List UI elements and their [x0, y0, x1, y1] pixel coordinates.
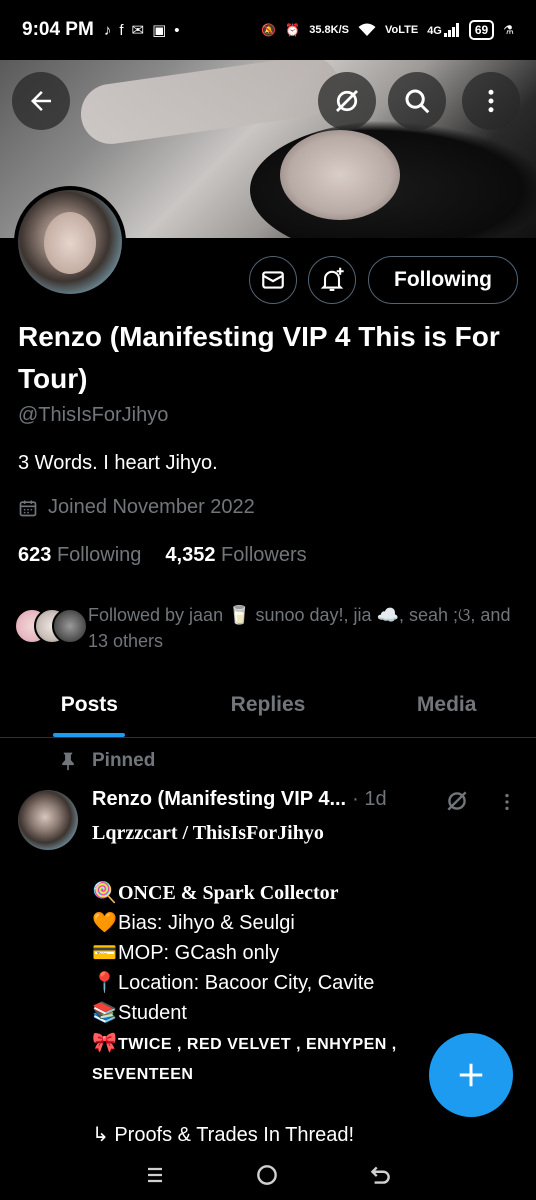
- network-speed: 35.8 K/S: [309, 24, 349, 36]
- post-line: ↳ Proofs & Trades In Thread!: [92, 1124, 355, 1146]
- joined-date: Joined November 2022: [18, 496, 255, 519]
- wifi-icon: [358, 23, 376, 37]
- lollipop-icon: 🍭: [92, 882, 117, 904]
- profile-avatar[interactable]: [14, 186, 126, 298]
- plus-icon: [459, 1063, 483, 1087]
- dot-icon: •: [174, 21, 180, 39]
- post-author[interactable]: Renzo (Manifesting VIP 4...: [92, 788, 346, 811]
- system-nav-bar: [0, 1150, 536, 1200]
- more-button[interactable]: [462, 72, 520, 130]
- alarm-icon: ⏰: [285, 23, 301, 37]
- grok-icon: [447, 791, 467, 811]
- tab-posts[interactable]: Posts: [0, 672, 179, 737]
- status-time: 9:04 PM: [22, 19, 94, 40]
- post-line: 🍭ONCE & Spark Collector: [92, 878, 522, 908]
- tab-replies[interactable]: Replies: [179, 672, 358, 737]
- battery-indicator: 69: [468, 20, 495, 40]
- followers-stat[interactable]: 4,352 Followers: [165, 544, 306, 567]
- facebook-icon: f: [119, 21, 124, 39]
- pinned-label: Pinned: [92, 750, 156, 771]
- recent-apps-icon[interactable]: [143, 1163, 167, 1187]
- post-time: · 1d: [352, 788, 387, 810]
- following-stat[interactable]: 623 Following: [18, 544, 141, 567]
- followed-by-avatars: [14, 608, 88, 648]
- status-bar: 9:04 PM ♪ f ✉ ▣ • 🔕 ⏰ 35.8 K/S Vo LTE 4G 6…: [0, 0, 536, 60]
- post-grok-button[interactable]: [444, 788, 470, 819]
- search-button[interactable]: [388, 72, 446, 130]
- followed-by-text: Followed by jaan 🥛 sunoo day!, jia ☁️, s…: [88, 605, 511, 651]
- followers-count: 4,352: [165, 544, 216, 566]
- post-line: 📍Location: Bacoor City, Cavite: [92, 968, 522, 998]
- more-vertical-icon: [505, 793, 509, 811]
- notification-icons: ♪ f ✉ ▣ •: [103, 21, 180, 40]
- follow-stats: 623 Following 4,352 Followers: [18, 544, 307, 567]
- followed-by[interactable]: Followed by jaan 🥛 sunoo day!, jia ☁️, s…: [14, 602, 524, 654]
- post-avatar[interactable]: [18, 790, 78, 850]
- credit-card-icon: 💳: [92, 942, 117, 964]
- back-nav-icon[interactable]: [367, 1162, 393, 1188]
- heart-icon: 🧡: [92, 912, 117, 934]
- grok-button[interactable]: [318, 72, 376, 130]
- bio: 3 Words. I heart Jihyo.: [18, 452, 218, 474]
- joined-text: Joined November 2022: [48, 496, 255, 518]
- following-button[interactable]: Following: [368, 256, 518, 304]
- compose-button[interactable]: [429, 1033, 513, 1117]
- ribbon-icon: 🎀: [92, 1032, 117, 1054]
- arrow-left-icon: [31, 91, 51, 111]
- tiktok-icon: ♪: [103, 21, 112, 39]
- pin-icon: [62, 752, 74, 771]
- app-icon: ▣: [152, 22, 167, 39]
- back-button[interactable]: [12, 72, 70, 130]
- flask-icon: ⚗: [503, 23, 514, 37]
- calendar-icon: [19, 500, 37, 516]
- post-line: 🧡Bias: Jihyo & Seulgi: [92, 908, 522, 938]
- mail-icon: [262, 271, 284, 289]
- mute-icon: 🔕: [261, 23, 277, 37]
- volte-indicator: Vo LTE: [384, 24, 419, 36]
- post-line: Lqrzzcart / ThisIsForJihyo: [92, 822, 324, 844]
- more-vertical-icon: [488, 89, 494, 113]
- messenger-icon: ✉: [131, 22, 145, 39]
- post-line: 💳MOP: GCash only: [92, 938, 522, 968]
- post-more-button[interactable]: [496, 790, 518, 819]
- signal-icon: 4G: [427, 23, 460, 37]
- following-count: 623: [18, 544, 52, 566]
- home-icon[interactable]: [254, 1162, 280, 1188]
- search-icon: [405, 89, 430, 114]
- location-pin-icon: 📍: [92, 972, 117, 994]
- grok-icon: [336, 90, 358, 112]
- profile-tabs: Posts Replies Media: [0, 672, 536, 738]
- post-line: 📚Student: [92, 998, 522, 1028]
- avatar: [52, 608, 88, 644]
- books-icon: 📚: [92, 1002, 117, 1024]
- tab-media[interactable]: Media: [357, 672, 536, 737]
- followers-label: Followers: [221, 544, 307, 566]
- message-button[interactable]: [249, 256, 297, 304]
- notify-button[interactable]: [308, 256, 356, 304]
- following-label: Following: [56, 544, 142, 566]
- pinned-indicator: Pinned: [58, 750, 155, 772]
- display-name: Renzo (Manifesting VIP 4 This is For Tou…: [18, 321, 500, 394]
- user-handle: @ThisIsForJihyo: [18, 404, 169, 426]
- bell-plus-icon: [320, 267, 344, 291]
